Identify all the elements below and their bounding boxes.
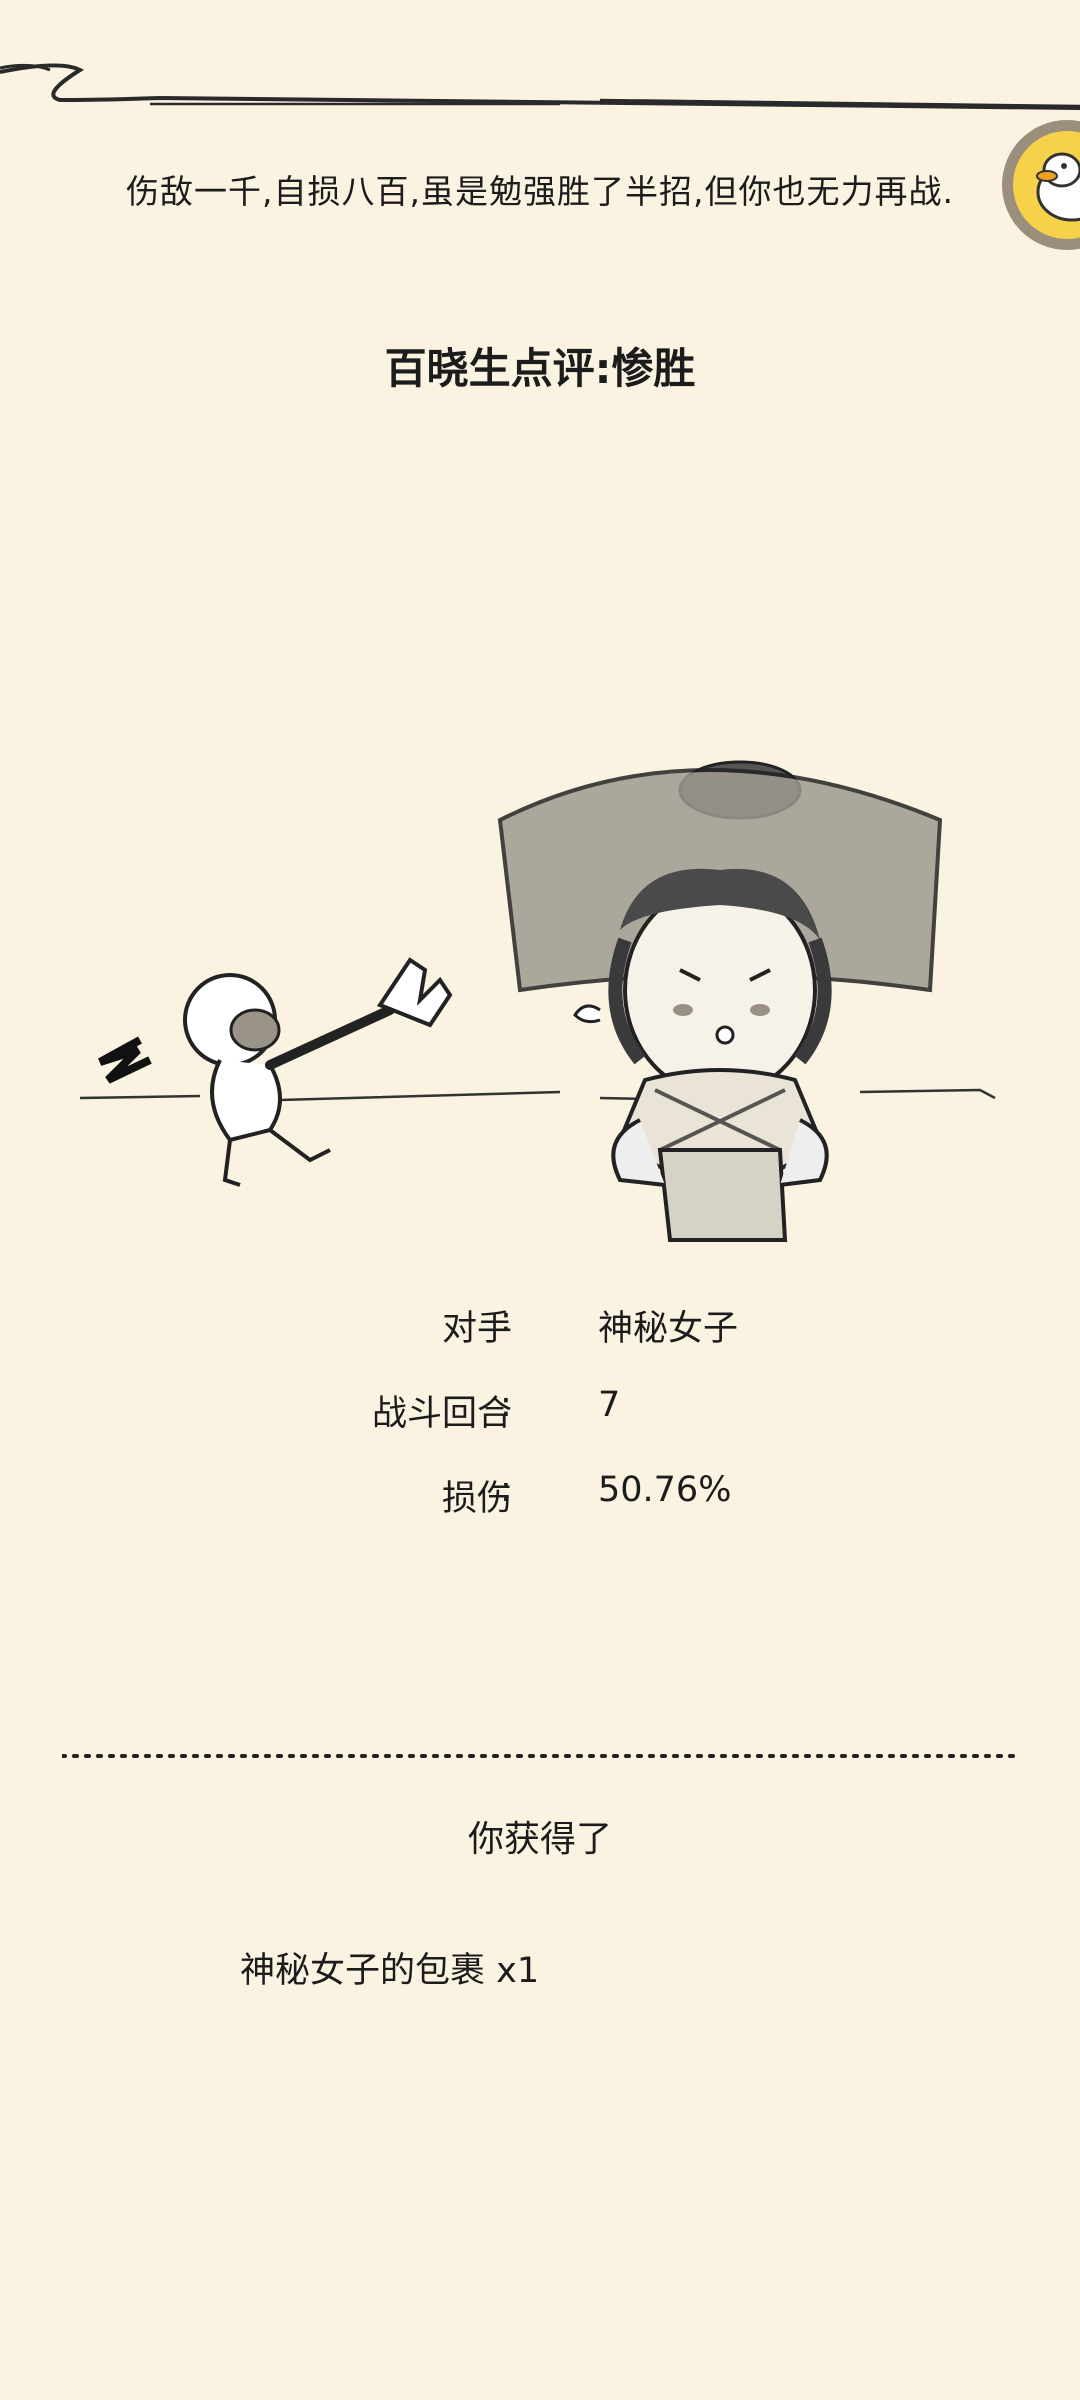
battle-scene-illustration [80, 760, 996, 1242]
reward-heading: 你获得了 [467, 1819, 612, 1860]
top-brush-border [0, 63, 1080, 110]
rating-title: 百晓生点评:惨胜 [384, 344, 696, 393]
stat-colon: : [500, 1300, 512, 1340]
duck-avatar-icon[interactable] [1002, 120, 1080, 250]
stat-row-rounds: 战斗回合 : 7 [0, 1385, 1080, 1445]
duck-icon [1013, 131, 1080, 239]
stat-row-damage: 损伤 : 50.76% [0, 1470, 1080, 1530]
battle-result-message: 伤敌一千,自损八百,虽是勉强胜了半招,但你也无力再战. [126, 172, 954, 211]
stat-value: 50.76% [598, 1470, 732, 1510]
stat-colon: : [500, 1470, 512, 1510]
stat-value: 7 [598, 1385, 621, 1425]
stat-value: 神秘女子 [598, 1309, 739, 1349]
stat-row-opponent: 对手 : 神秘女子 [0, 1300, 1080, 1360]
reward-item-name: 神秘女子的包裹 [240, 1951, 486, 1991]
stat-colon: : [500, 1385, 512, 1425]
dotted-divider [62, 1754, 1020, 1758]
stat-label: 战斗回合 [371, 1394, 512, 1434]
battle-result-page: 伤敌一千,自损八百,虽是勉强胜了半招,但你也无力再战. 百晓生点评:惨胜 对手 … [0, 0, 1080, 2400]
reward-item-quantity: x1 [496, 1951, 540, 1991]
reward-item[interactable]: 神秘女子的包裹 x1 [240, 1942, 539, 1993]
